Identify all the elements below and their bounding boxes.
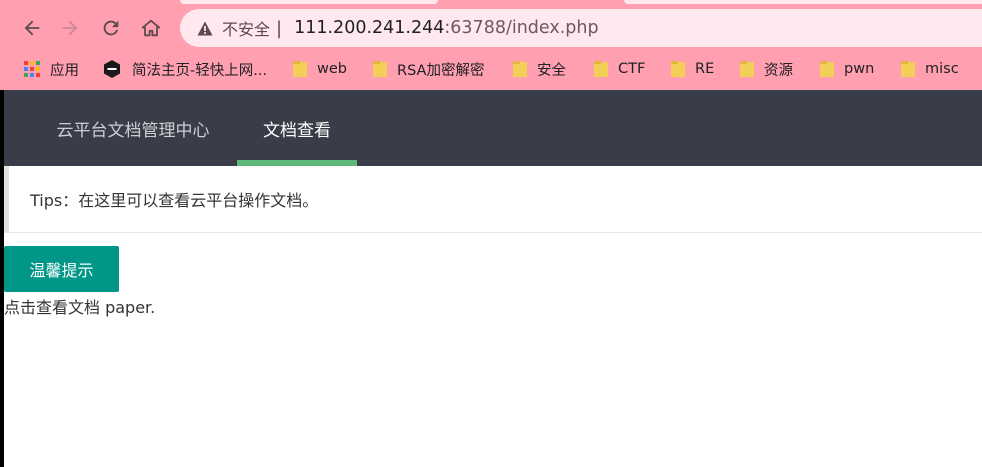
back-button[interactable] [18, 14, 46, 42]
browser-toolbar: 不安全 | 111.200.241.244:63788/index.php 应用 [0, 0, 982, 90]
address-separator: | [276, 17, 283, 39]
url-host: 111.200.241.244 [294, 18, 445, 38]
nav-item-doc-view[interactable]: 文档查看 [237, 90, 357, 166]
nav-item-doc-center[interactable]: 云平台文档管理中心 [54, 90, 212, 166]
app-nav-bar: 云平台文档管理中心 文档查看 [4, 90, 982, 166]
bookmark-label: 简法主页-轻快上网... [132, 62, 268, 79]
bookmark-label: CTF [618, 61, 646, 77]
bookmark-label: 安全 [537, 62, 566, 79]
reload-button[interactable] [97, 14, 125, 42]
security-status-label[interactable]: 不安全 [222, 16, 270, 40]
bookmark-label: pwn [844, 61, 875, 77]
view-paper-text[interactable]: 点击查看文档 paper. [4, 294, 155, 318]
bookmark-apps[interactable]: 应用 [24, 54, 79, 84]
warning-triangle-icon[interactable] [196, 19, 214, 37]
folder-icon [901, 61, 915, 77]
bookmark-folder-security[interactable]: 安全 [513, 54, 566, 84]
bookmark-folder-misc[interactable]: misc [901, 54, 959, 84]
bookmark-folder-re[interactable]: RE [671, 54, 714, 84]
bookmark-jianfa-home[interactable]: 简法主页-轻快上网... [102, 54, 267, 84]
tab-edge-left [180, 0, 438, 4]
folder-icon [513, 61, 527, 77]
bookmarks-bar: 应用 简法主页-轻快上网... web RSA加密解密 安全 CTF RE 资源… [0, 54, 982, 84]
home-icon [141, 19, 161, 37]
bookmark-folder-web[interactable]: web [293, 54, 347, 84]
tips-quote: Tips：在这里可以查看云平台操作文档。 [4, 166, 982, 233]
folder-icon [373, 61, 387, 77]
reload-icon [103, 20, 119, 36]
bookmark-label: 应用 [50, 62, 79, 79]
apps-grid-icon [24, 61, 40, 77]
url-path: :63788/index.php [444, 18, 599, 38]
bookmark-folder-ctf[interactable]: CTF [594, 54, 645, 84]
forward-button[interactable] [56, 14, 84, 42]
bookmark-folder-rsa[interactable]: RSA加密解密 [373, 54, 484, 84]
hexagon-site-icon [102, 59, 122, 79]
folder-icon [293, 61, 307, 77]
folder-icon [671, 61, 685, 77]
bookmark-label: web [317, 61, 347, 77]
bookmark-folder-pwn[interactable]: pwn [820, 54, 874, 84]
warm-tip-button[interactable]: 温馨提示 [4, 246, 119, 292]
bookmark-label: 资源 [764, 62, 793, 79]
bookmark-label: RSA加密解密 [397, 62, 485, 79]
home-button[interactable] [137, 14, 165, 42]
bookmark-label: RE [695, 61, 715, 77]
tab-edge-right [624, 0, 982, 4]
arrow-left-icon [24, 20, 40, 36]
folder-icon [740, 61, 754, 77]
bookmark-folder-resources[interactable]: 资源 [740, 54, 793, 84]
address-bar[interactable]: 不安全 | 111.200.241.244:63788/index.php [180, 9, 982, 47]
bookmark-label: misc [925, 61, 959, 77]
folder-icon [820, 61, 834, 77]
folder-icon [594, 61, 608, 77]
arrow-right-icon [62, 20, 78, 36]
